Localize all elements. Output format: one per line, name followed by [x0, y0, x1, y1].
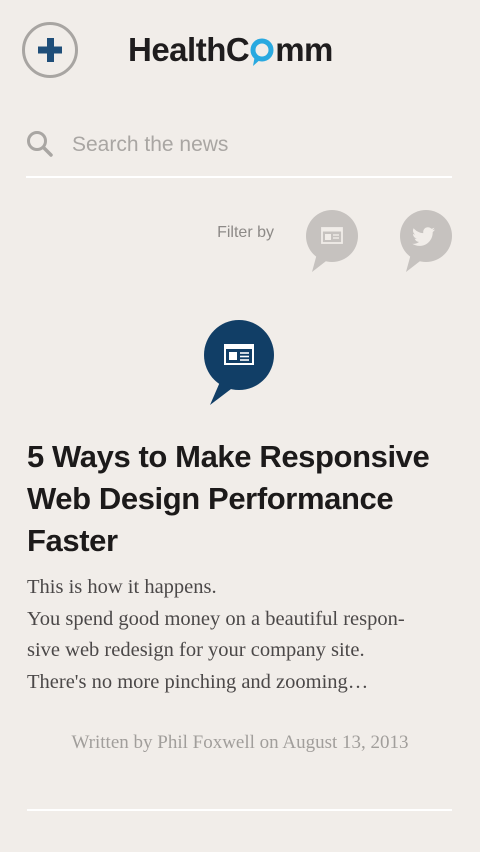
newspaper-icon [306, 210, 358, 272]
twitter-icon [400, 210, 452, 272]
plus-icon [38, 38, 62, 62]
excerpt-line: sive web redesign for your company site. [27, 639, 365, 661]
logo-speech-bubble-icon [250, 38, 274, 66]
excerpt-line: There's no more pinching and zooming… [27, 670, 369, 693]
app-logo[interactable]: HealthC mm [128, 28, 333, 72]
filter-twitter-button[interactable] [400, 210, 456, 276]
logo-text-start: HealthC [128, 31, 250, 68]
article-byline: Written by Phil Foxwell on August 13, 20… [71, 732, 409, 753]
article-title[interactable]: 5 Ways to Make Responsive Web Design Per… [27, 436, 467, 562]
logo-text-end: mm [275, 31, 333, 68]
article-type-newspaper-icon [203, 320, 275, 408]
excerpt-line: This is how it happens. [27, 576, 217, 598]
search-icon[interactable] [26, 130, 54, 158]
filter-news-button[interactable] [306, 210, 362, 276]
article-divider [27, 809, 452, 811]
filter-label: Filter by [217, 224, 274, 241]
search-input[interactable] [72, 126, 442, 164]
excerpt-line: You spend good money on a beautiful resp… [27, 607, 405, 630]
add-button[interactable] [22, 22, 78, 78]
newspaper-icon [204, 320, 274, 405]
search-bar [26, 124, 452, 178]
article-excerpt: This is how it happens. You spend good m… [27, 572, 457, 698]
